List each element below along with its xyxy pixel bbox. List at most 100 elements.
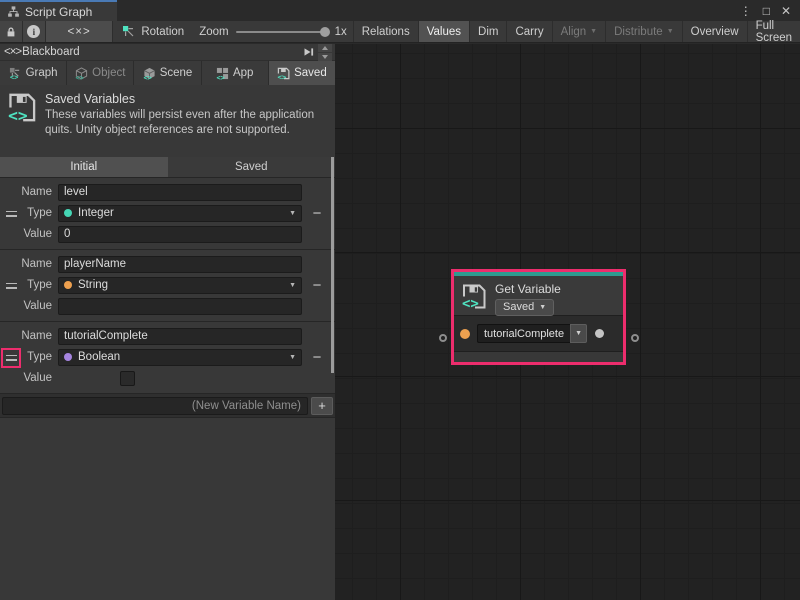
window-controls: ⋮ □ ✕ [740, 0, 800, 21]
zoom-label: Zoom [199, 26, 228, 38]
initial-saved-tabs: Initial Saved [0, 157, 335, 178]
tab-saved[interactable]: <> Saved [269, 61, 335, 85]
variable-value-input[interactable] [58, 226, 302, 243]
tab-initial[interactable]: Initial [0, 157, 168, 177]
variable-value-input[interactable] [58, 298, 302, 315]
relations-button[interactable]: Relations [353, 21, 418, 42]
dim-button[interactable]: Dim [469, 21, 506, 42]
variable-name-input[interactable] [58, 184, 302, 201]
align-dropdown[interactable]: Align ▼ [552, 21, 606, 42]
svg-text:<>: <> [8, 106, 28, 123]
lock-button[interactable] [0, 21, 23, 42]
node-header[interactable]: <> Get Variable Saved ▼ [454, 276, 623, 316]
scroll-down-button[interactable] [318, 53, 332, 61]
rotation-control[interactable]: Rotation [113, 21, 193, 42]
drag-handle[interactable] [3, 278, 19, 294]
integer-type-icon [64, 209, 72, 217]
more-menu-icon[interactable]: ⋮ [740, 4, 752, 18]
dock-panel-icon[interactable] [302, 46, 315, 58]
close-icon[interactable]: ✕ [781, 4, 791, 18]
value-label: Value [0, 228, 58, 240]
distribute-dropdown[interactable]: Distribute ▼ [605, 21, 682, 42]
toolbar-right-group: Relations Values Dim Carry Align ▼ Distr… [353, 21, 800, 42]
chevron-down-icon: ▼ [575, 330, 582, 337]
saved-variables-info: <> Saved Variables These variables will … [0, 85, 335, 157]
tab-script-graph[interactable]: Script Graph [0, 0, 117, 21]
zoom-slider[interactable] [236, 31, 328, 33]
variable-name-field: tutorialComplete ▼ [477, 324, 587, 343]
overview-button[interactable]: Overview [682, 21, 747, 42]
code-view-button[interactable]: <×> [46, 21, 114, 42]
panel-scroll-arrows [318, 44, 332, 61]
zoom-slider-handle[interactable] [320, 27, 330, 37]
graph-icon: <> [9, 67, 22, 80]
right-free-port[interactable] [631, 334, 639, 342]
svg-text:<>: <> [462, 296, 479, 310]
variable-name-input[interactable] [58, 256, 302, 273]
tab-object[interactable]: <> Object [67, 61, 133, 85]
chevron-down-icon: ▼ [667, 28, 674, 35]
blackboard-header: <×> Blackboard [0, 44, 335, 61]
tab-graph[interactable]: <> Graph [0, 61, 66, 85]
info-icon: i [27, 25, 40, 38]
script-graph-icon [7, 5, 20, 18]
titlebar: Script Graph ⋮ □ ✕ [0, 0, 800, 21]
carry-button[interactable]: Carry [506, 21, 551, 42]
tab-saved-values[interactable]: Saved [168, 157, 336, 177]
get-variable-node[interactable]: <> Get Variable Saved ▼ tutorialComplete… [451, 269, 626, 365]
values-button[interactable]: Values [418, 21, 469, 42]
chevron-down-icon: ▼ [289, 210, 296, 217]
rotation-icon [122, 25, 136, 39]
info-button[interactable]: i [23, 21, 46, 42]
add-variable-button[interactable]: + [311, 397, 333, 415]
name-label: Name [0, 258, 58, 270]
drag-handle[interactable] [3, 206, 19, 222]
boolean-value-checkbox[interactable] [120, 371, 135, 386]
tab-scene[interactable]: <> Scene [134, 61, 200, 85]
variable-name-input-port[interactable] [460, 329, 470, 339]
visual-scripting-logo-icon: <×> [4, 46, 21, 58]
variable-scope-dropdown[interactable]: Saved ▼ [495, 299, 554, 316]
graph-canvas[interactable]: <> Get Variable Saved ▼ tutorialComplete… [335, 44, 800, 600]
node-title: Get Variable [495, 282, 561, 296]
svg-text:<>: <> [10, 73, 18, 79]
variable-name-dropdown-button[interactable]: ▼ [570, 324, 587, 343]
saved-variables-icon: <> [461, 283, 487, 310]
chevron-down-icon: ▼ [539, 304, 546, 311]
panel-scrollbar-thumb[interactable] [331, 157, 334, 373]
variable-card-playerName: Name Type String ▼ − Value [0, 250, 335, 322]
chevron-down-icon: ▼ [289, 282, 296, 289]
fullscreen-button[interactable]: Full Screen [747, 21, 800, 42]
type-dropdown[interactable]: Integer ▼ [58, 205, 302, 222]
variable-name-input[interactable] [58, 328, 302, 345]
drag-handle-highlighted[interactable] [3, 350, 19, 366]
maximize-icon[interactable]: □ [763, 4, 770, 18]
saved-floppy-icon: <> [277, 67, 290, 80]
svg-text:<>: <> [278, 72, 287, 79]
value-output-port[interactable] [595, 329, 604, 338]
svg-text:<>: <> [143, 73, 151, 79]
remove-variable-button[interactable]: − [302, 350, 332, 365]
new-variable-name-input[interactable] [2, 397, 308, 415]
lock-icon [5, 26, 17, 38]
unity-visual-scripting-window: Script Graph ⋮ □ ✕ i <×> Rotation [0, 0, 800, 600]
name-label: Name [0, 186, 58, 198]
variable-card-level: Name Type Integer ▼ − Value [0, 178, 335, 250]
new-variable-row: + [0, 394, 335, 418]
zoom-control: Zoom 1x [193, 21, 353, 42]
tab-app[interactable]: <> App [202, 61, 268, 85]
remove-variable-button[interactable]: − [302, 278, 332, 293]
chevron-down-icon: ▼ [590, 28, 597, 35]
type-dropdown[interactable]: String ▼ [58, 277, 302, 294]
node-body: tutorialComplete ▼ [454, 316, 623, 351]
left-free-port[interactable] [439, 334, 447, 342]
blackboard-panel: <×> Blackboard <> Graph [0, 44, 335, 600]
app-icon: <> [216, 67, 229, 80]
blackboard-title: Blackboard [22, 46, 80, 58]
boolean-type-icon [64, 353, 72, 361]
scroll-up-button[interactable] [318, 44, 332, 52]
variable-scope-tabs: <> Graph <> Object <> Scene [0, 61, 335, 85]
remove-variable-button[interactable]: − [302, 206, 332, 221]
type-dropdown[interactable]: Boolean ▼ [58, 349, 302, 366]
variable-name-value[interactable]: tutorialComplete [477, 324, 570, 343]
